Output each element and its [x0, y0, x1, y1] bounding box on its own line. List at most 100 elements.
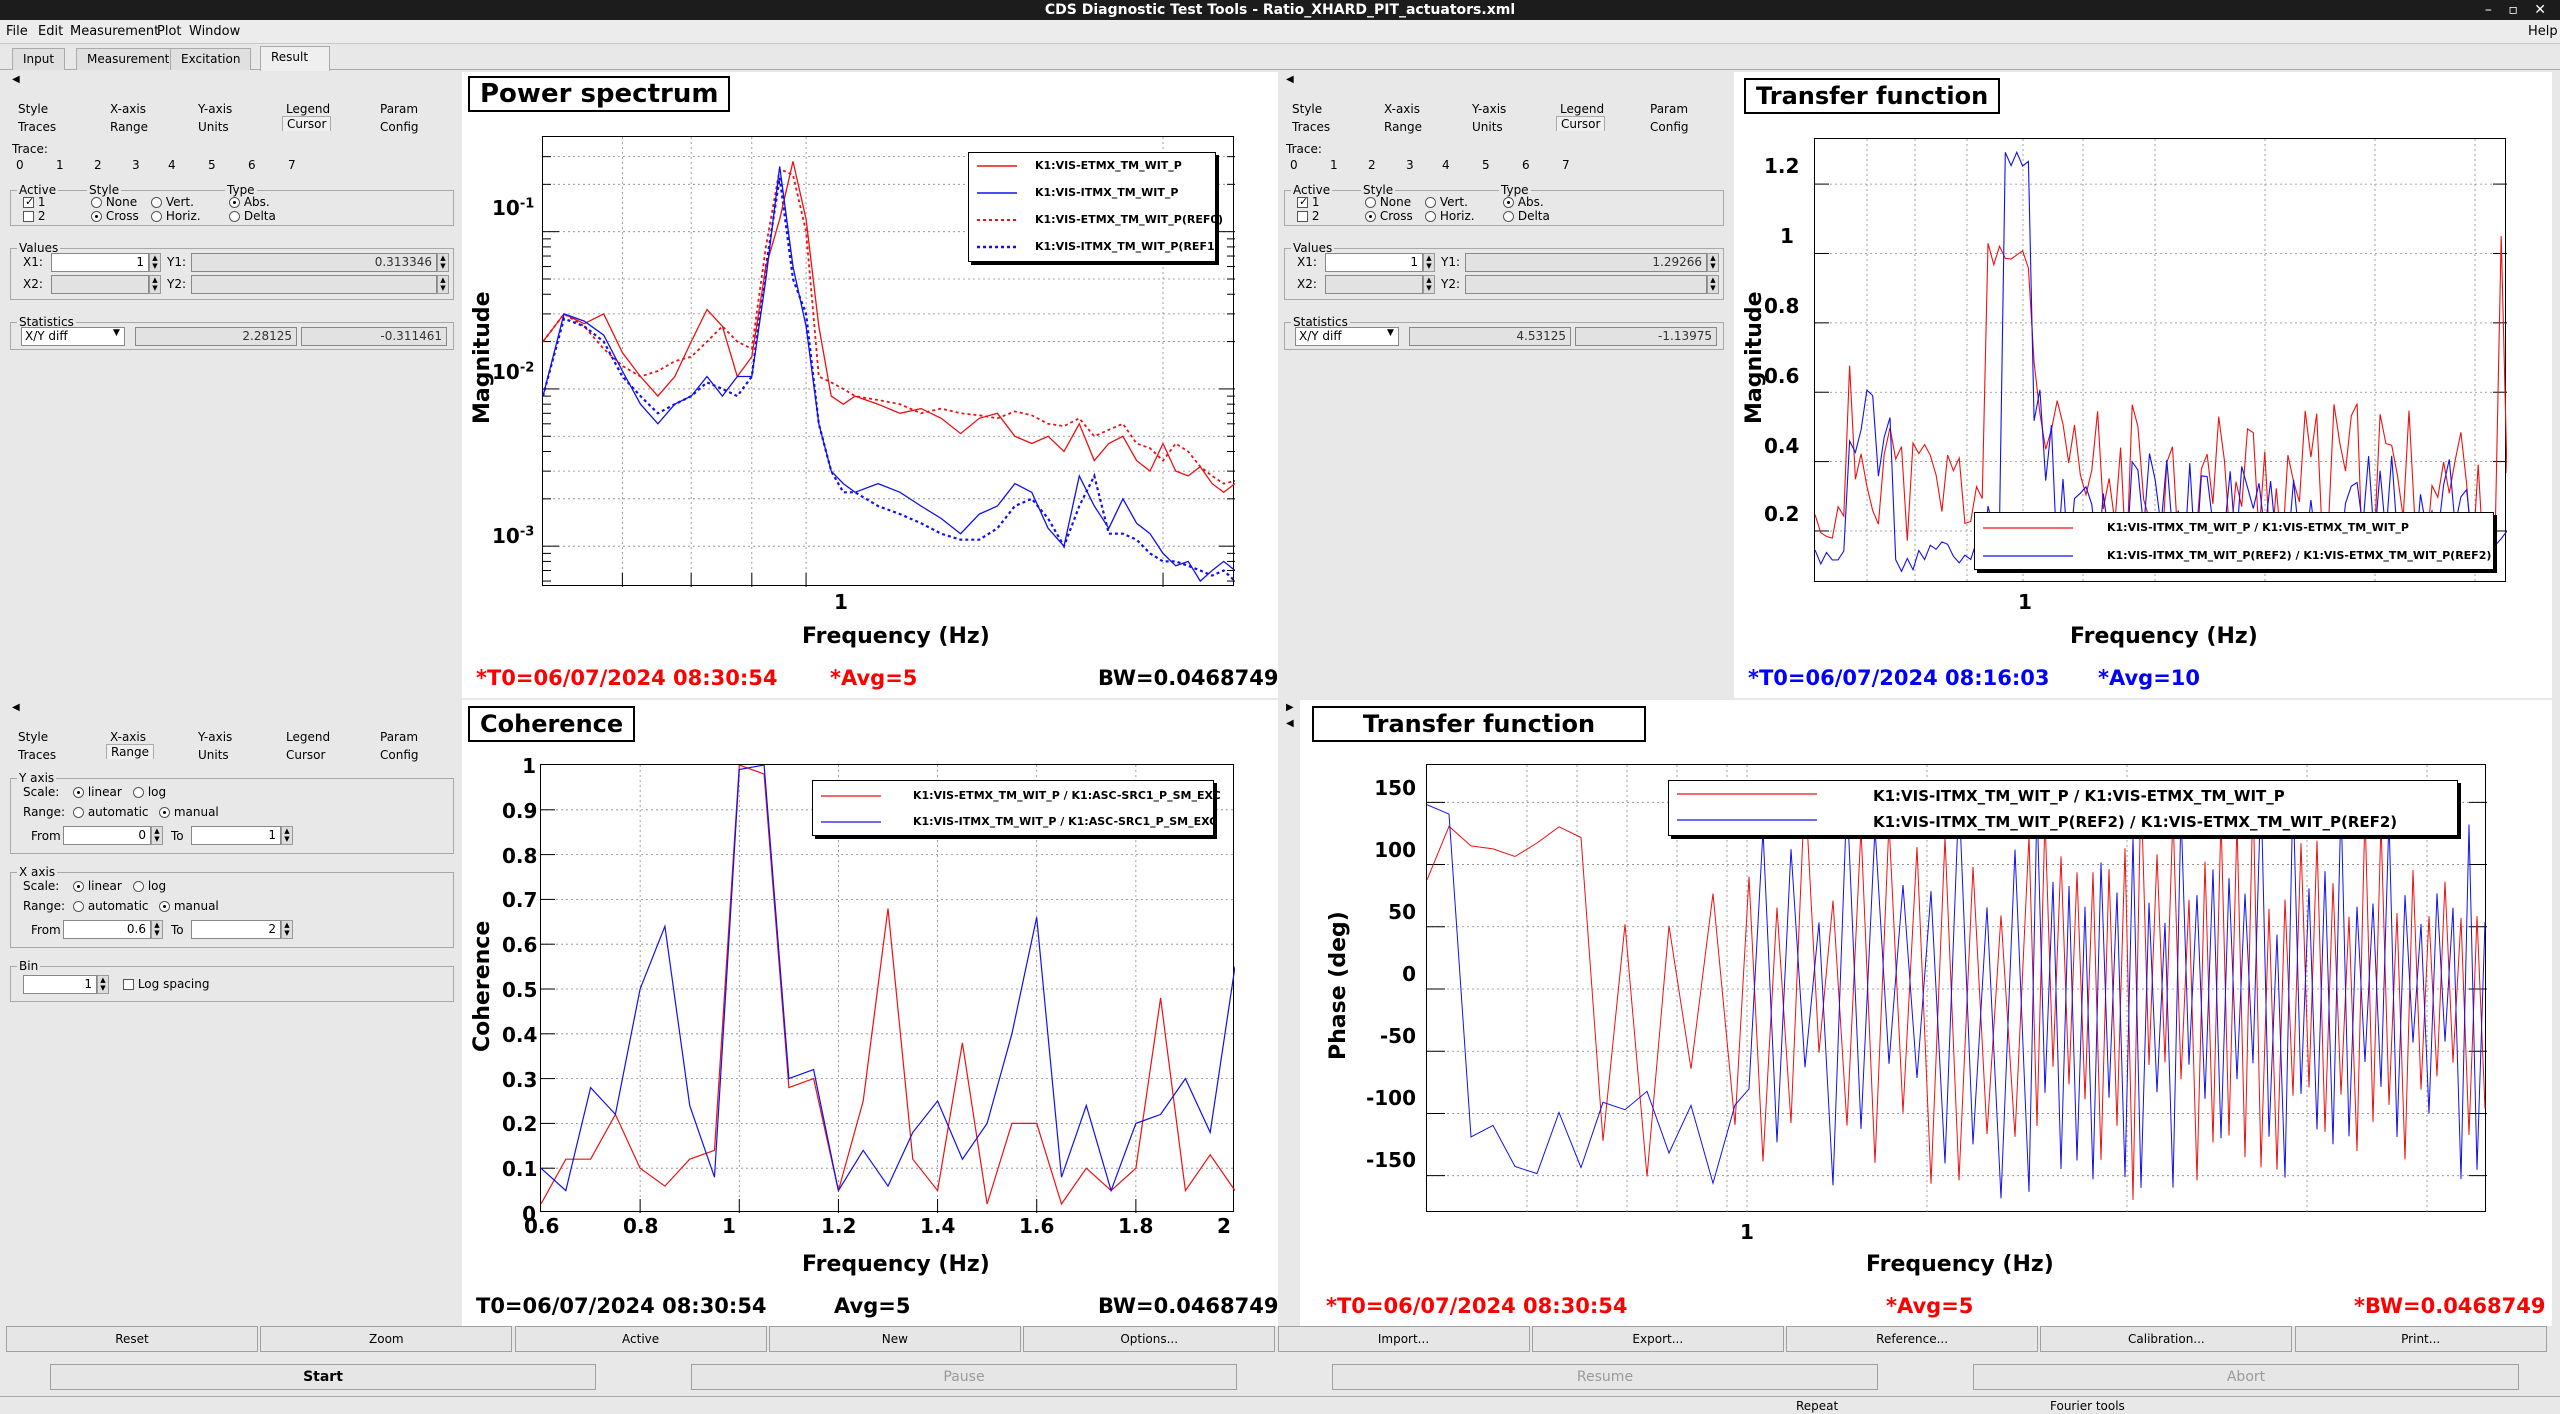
x1-field[interactable]: 1 — [51, 253, 149, 272]
legend[interactable]: K1:VIS-ITMX_TM_WIT_P / K1:VIS-ETMX_TM_WI… — [1668, 780, 2458, 836]
ctl-tab-style[interactable]: Style — [18, 102, 48, 116]
x1-field[interactable]: 1 — [1325, 253, 1423, 272]
type-delta-radio[interactable]: Delta — [229, 209, 276, 223]
style-vert-radio[interactable]: Vert. — [1425, 195, 1468, 209]
y2-spinner[interactable]: ▲ ▼ — [1707, 275, 1719, 294]
menu-file[interactable]: File — [6, 24, 28, 39]
range-automatic-radio[interactable]: automatic — [73, 805, 149, 819]
trace-tab[interactable]: 3 — [1406, 158, 1414, 172]
ctl-tab-xaxis[interactable]: X-axis — [110, 102, 146, 116]
chevron-down-icon[interactable]: ▼ — [1387, 328, 1394, 338]
trace-tab[interactable]: 6 — [248, 158, 256, 172]
style-none-radio[interactable]: None — [91, 195, 137, 209]
x2-field[interactable] — [51, 275, 149, 294]
trace-tab[interactable]: 5 — [1482, 158, 1490, 172]
x-from-spinner[interactable]: ▲ ▼ — [151, 920, 163, 939]
y2-field[interactable] — [191, 275, 437, 294]
type-abs-radio[interactable]: Abs. — [229, 195, 270, 209]
y-from-spinner[interactable]: ▲ ▼ — [151, 826, 163, 845]
scale-log-radio[interactable]: log — [133, 879, 166, 893]
trace-tab[interactable]: 3 — [132, 158, 140, 172]
trace-tab[interactable]: 0 — [1290, 158, 1298, 172]
abort-button[interactable]: Abort — [1973, 1364, 2519, 1390]
tab-input[interactable]: Input — [12, 48, 66, 70]
ctl-tab-xaxis[interactable]: X-axis — [110, 730, 146, 744]
pause-button[interactable]: Pause — [691, 1364, 1237, 1390]
zoom-button[interactable]: Zoom — [260, 1326, 513, 1352]
tab-result[interactable]: Result — [260, 46, 330, 71]
active-button[interactable]: Active — [514, 1326, 767, 1352]
ctl-tab-yaxis[interactable]: Y-axis — [1472, 102, 1506, 116]
y-from-field[interactable]: 0 — [63, 826, 151, 845]
ctl-tab-style[interactable]: Style — [18, 730, 48, 744]
y1-spinner[interactable]: ▲ ▼ — [437, 253, 449, 272]
menu-plot[interactable]: Plot — [157, 24, 182, 39]
x-to-field[interactable]: 2 — [191, 920, 281, 939]
trace-tab[interactable]: 2 — [1368, 158, 1376, 172]
collapse-arrow-icon[interactable]: ▶ — [1286, 702, 1294, 713]
x1-spinner[interactable]: ▲ ▼ — [1423, 253, 1435, 272]
scale-linear-radio[interactable]: linear — [73, 879, 122, 893]
bin-spinner[interactable]: ▲ ▼ — [97, 975, 109, 994]
ctl-tab-legend[interactable]: Legend — [1560, 102, 1604, 116]
ctl-tab-units[interactable]: Units — [198, 120, 229, 134]
ctl-tab-range[interactable]: Range — [1384, 120, 1422, 134]
chevron-down-icon[interactable]: ▼ — [113, 328, 120, 338]
active-1-checkbox[interactable]: 1 — [1297, 195, 1319, 209]
ctl-tab-traces[interactable]: Traces — [18, 120, 56, 134]
trace-tab[interactable]: 7 — [288, 158, 296, 172]
tab-measurement[interactable]: Measurement — [76, 48, 181, 70]
y-to-spinner[interactable]: ▲ ▼ — [281, 826, 293, 845]
range-manual-radio[interactable]: manual — [159, 805, 219, 819]
transfer-function-phase-graph[interactable]: ▶ ◀ Transfer function 150 100 50 0 -50 -100 -1… — [1286, 700, 2552, 1326]
import-button[interactable]: Import... — [1277, 1326, 1530, 1352]
reset-button[interactable]: Reset — [6, 1326, 258, 1352]
style-cross-radio[interactable]: Cross — [91, 209, 139, 223]
active-2-checkbox[interactable]: 2 — [1297, 209, 1319, 223]
style-horiz-radio[interactable]: Horiz. — [1425, 209, 1475, 223]
ctl-tab-config[interactable]: Config — [380, 748, 419, 762]
tab-excitation[interactable]: Excitation — [170, 48, 252, 70]
y-to-field[interactable]: 1 — [191, 826, 281, 845]
ctl-tab-traces[interactable]: Traces — [1292, 120, 1330, 134]
print-button[interactable]: Print... — [2294, 1326, 2547, 1352]
ctl-tab-cursor[interactable]: Cursor — [286, 748, 325, 762]
ctl-tab-units[interactable]: Units — [198, 748, 229, 762]
x1-spinner[interactable]: ▲ ▼ — [149, 253, 161, 272]
ctl-tab-legend[interactable]: Legend — [286, 102, 330, 116]
active-2-checkbox[interactable]: 2 — [23, 209, 45, 223]
ctl-tab-range[interactable]: Range — [110, 120, 148, 134]
ctl-tab-yaxis[interactable]: Y-axis — [198, 102, 232, 116]
collapse-arrow-icon[interactable]: ◀ — [12, 702, 20, 713]
ctl-tab-traces[interactable]: Traces — [18, 748, 56, 762]
trace-tab[interactable]: 0 — [16, 158, 24, 172]
ctl-tab-param[interactable]: Param — [380, 102, 418, 116]
trace-tab[interactable]: 4 — [168, 158, 176, 172]
collapse-arrow-icon[interactable]: ◀ — [1286, 718, 1294, 729]
ctl-tab-xaxis[interactable]: X-axis — [1384, 102, 1420, 116]
new-button[interactable]: New — [768, 1326, 1021, 1352]
style-horiz-radio[interactable]: Horiz. — [151, 209, 201, 223]
bin-field[interactable]: 1 — [23, 975, 97, 994]
ctl-tab-cursor[interactable]: Cursor — [282, 116, 332, 131]
y1-spinner[interactable]: ▲ ▼ — [1707, 253, 1719, 272]
y1-field[interactable]: 1.29266 — [1465, 253, 1707, 272]
export-button[interactable]: Export... — [1531, 1326, 1784, 1352]
window-controls[interactable]: – ▫ ✕ — [2485, 0, 2552, 20]
style-cross-radio[interactable]: Cross — [1365, 209, 1413, 223]
coherence-graph[interactable]: Coherence 1 0.9 0.8 0.7 0.6 0.5 0.4 0.3 0.2 0.1 0 … — [462, 700, 1279, 1326]
ctl-tab-range[interactable]: Range — [106, 744, 155, 759]
ctl-tab-config[interactable]: Config — [380, 120, 419, 134]
trace-tab[interactable]: 6 — [1522, 158, 1530, 172]
trace-tab[interactable]: 1 — [56, 158, 64, 172]
statistics-select[interactable]: X/Y diff — [21, 327, 125, 346]
reference-button[interactable]: Reference... — [1786, 1326, 2039, 1352]
menu-window[interactable]: Window — [189, 24, 240, 39]
collapse-arrow-icon[interactable]: ◀ — [12, 74, 20, 85]
ctl-tab-param[interactable]: Param — [1650, 102, 1688, 116]
trace-tab[interactable]: 1 — [1330, 158, 1338, 172]
ctl-tab-legend[interactable]: Legend — [286, 730, 330, 744]
x-to-spinner[interactable]: ▲ ▼ — [281, 920, 293, 939]
scale-linear-radio[interactable]: linear — [73, 785, 122, 799]
type-delta-radio[interactable]: Delta — [1503, 209, 1550, 223]
